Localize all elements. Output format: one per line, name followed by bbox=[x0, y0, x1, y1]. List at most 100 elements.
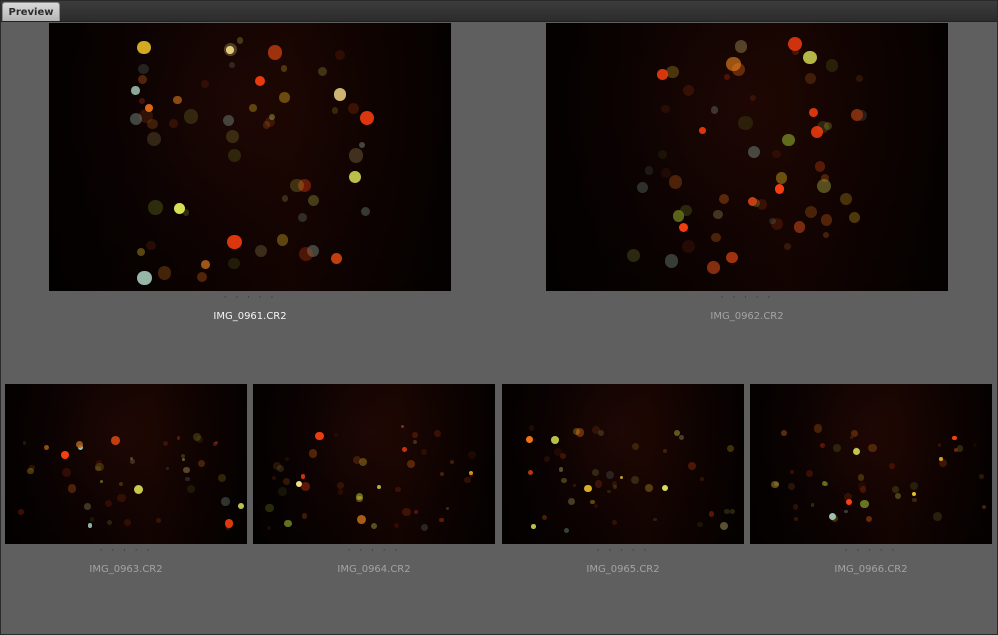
thumbnail-grid: · · · · · IMG_0961.CR2 · · · · · IMG_096… bbox=[1, 22, 997, 634]
bokeh-dot bbox=[657, 69, 668, 80]
bokeh-dot bbox=[683, 84, 695, 96]
rating-stars[interactable]: · · · · · bbox=[49, 294, 451, 303]
thumbnail-image[interactable] bbox=[502, 384, 744, 544]
bokeh-dot bbox=[664, 254, 679, 268]
bokeh-dot bbox=[620, 475, 624, 479]
bokeh-dot bbox=[133, 484, 143, 494]
bokeh-dot bbox=[227, 234, 242, 250]
bokeh-dot bbox=[271, 475, 276, 480]
bokeh-dot bbox=[221, 497, 230, 506]
bokeh-dot bbox=[212, 442, 217, 447]
bokeh-dot bbox=[839, 193, 852, 206]
bokeh-dot bbox=[857, 482, 866, 491]
thumbnail-filename: IMG_0963.CR2 bbox=[89, 564, 163, 575]
bokeh-dot bbox=[111, 435, 120, 445]
bokeh-dot bbox=[772, 149, 781, 159]
bokeh-dot bbox=[525, 436, 533, 444]
thumbnail-image[interactable] bbox=[546, 23, 948, 291]
thumbnail-filename: IMG_0962.CR2 bbox=[710, 311, 784, 322]
preview-panel: Preview · · · · · IMG_0961.CR2 · · · · ·… bbox=[0, 0, 998, 635]
rating-stars[interactable]: · · · · · bbox=[5, 547, 247, 556]
bokeh-dot bbox=[225, 519, 234, 528]
thumbnail-filename: IMG_0965.CR2 bbox=[586, 564, 660, 575]
panel-tab-bar: Preview bbox=[1, 1, 997, 22]
bokeh-dot bbox=[414, 510, 418, 514]
bokeh-dot bbox=[572, 483, 576, 487]
thumbnail-image[interactable] bbox=[253, 384, 495, 544]
bokeh-dot bbox=[137, 40, 151, 55]
bokeh-dot bbox=[146, 131, 161, 146]
bokeh-dot bbox=[770, 480, 779, 489]
thumbnail-filename: IMG_0961.CR2 bbox=[213, 311, 287, 322]
bokeh-dot bbox=[180, 453, 185, 458]
bokeh-dot bbox=[433, 429, 441, 437]
bokeh-dot bbox=[315, 431, 324, 440]
bokeh-dot bbox=[89, 517, 95, 522]
bokeh-dot bbox=[756, 199, 768, 210]
bokeh-dot bbox=[402, 507, 411, 516]
bokeh-dot bbox=[331, 107, 338, 114]
bokeh-dot bbox=[118, 482, 123, 487]
bokeh-dot bbox=[726, 444, 734, 452]
bokeh-dot bbox=[567, 498, 575, 506]
bokeh-dot bbox=[62, 468, 71, 477]
bokeh-dot bbox=[607, 489, 611, 494]
thumbnail-filename: IMG_0964.CR2 bbox=[337, 564, 411, 575]
rating-stars[interactable]: · · · · · bbox=[546, 294, 948, 303]
bokeh-dot bbox=[680, 204, 692, 217]
bokeh-dot bbox=[892, 486, 899, 494]
bokeh-dot bbox=[668, 175, 683, 189]
bokeh-dot bbox=[192, 432, 201, 441]
bokeh-dot bbox=[104, 499, 113, 507]
bokeh-dot bbox=[131, 86, 140, 95]
bokeh-dot bbox=[531, 524, 536, 529]
bokeh-dot bbox=[645, 483, 654, 492]
bokeh-dot bbox=[376, 485, 381, 490]
rating-stars[interactable]: · · · · · bbox=[750, 547, 992, 556]
bokeh-dot bbox=[782, 133, 795, 146]
bokeh-dot bbox=[130, 458, 136, 464]
thumbnail-image[interactable] bbox=[5, 384, 247, 544]
bokeh-dot bbox=[356, 515, 366, 525]
rating-stars[interactable]: · · · · · bbox=[253, 547, 495, 556]
bokeh-dot bbox=[666, 65, 679, 79]
bokeh-dot bbox=[729, 509, 735, 514]
bokeh-dot bbox=[148, 200, 163, 215]
bokeh-dot bbox=[412, 432, 418, 438]
bokeh-dot bbox=[394, 486, 401, 493]
bokeh-dot bbox=[912, 497, 917, 503]
bokeh-dot bbox=[467, 450, 476, 460]
bokeh-dot bbox=[157, 266, 172, 280]
thumbnail-image[interactable] bbox=[750, 384, 992, 544]
bokeh-dot bbox=[726, 251, 738, 264]
bokeh-dot bbox=[661, 484, 669, 491]
bokeh-dot bbox=[412, 439, 417, 444]
bokeh-dot bbox=[88, 523, 93, 528]
bokeh-dot bbox=[200, 80, 209, 89]
bokeh-dot bbox=[333, 432, 338, 438]
bokeh-dot bbox=[84, 503, 91, 510]
bokeh-dot bbox=[468, 473, 473, 478]
bokeh-dot bbox=[272, 461, 281, 470]
bokeh-dot bbox=[227, 257, 240, 270]
bokeh-dot bbox=[844, 509, 848, 514]
bokeh-dot bbox=[775, 172, 788, 184]
bokeh-dot bbox=[356, 495, 363, 503]
bokeh-dot bbox=[699, 127, 706, 134]
bokeh-dot bbox=[155, 517, 161, 523]
bokeh-dot bbox=[300, 474, 305, 479]
bokeh-dot bbox=[822, 231, 829, 238]
bokeh-dot bbox=[679, 222, 689, 232]
thumbnail-image[interactable] bbox=[49, 23, 451, 291]
bokeh-dot bbox=[707, 261, 720, 274]
bokeh-dot bbox=[865, 516, 872, 523]
bokeh-dot bbox=[856, 75, 863, 82]
bokeh-dot bbox=[300, 481, 310, 491]
bokeh-dot bbox=[438, 517, 444, 523]
bokeh-dot bbox=[276, 234, 289, 246]
tab-preview[interactable]: Preview bbox=[2, 2, 60, 21]
bokeh-dot bbox=[939, 458, 947, 467]
bokeh-dot bbox=[828, 512, 836, 520]
bokeh-dot bbox=[661, 104, 670, 114]
rating-stars[interactable]: · · · · · bbox=[502, 547, 744, 556]
